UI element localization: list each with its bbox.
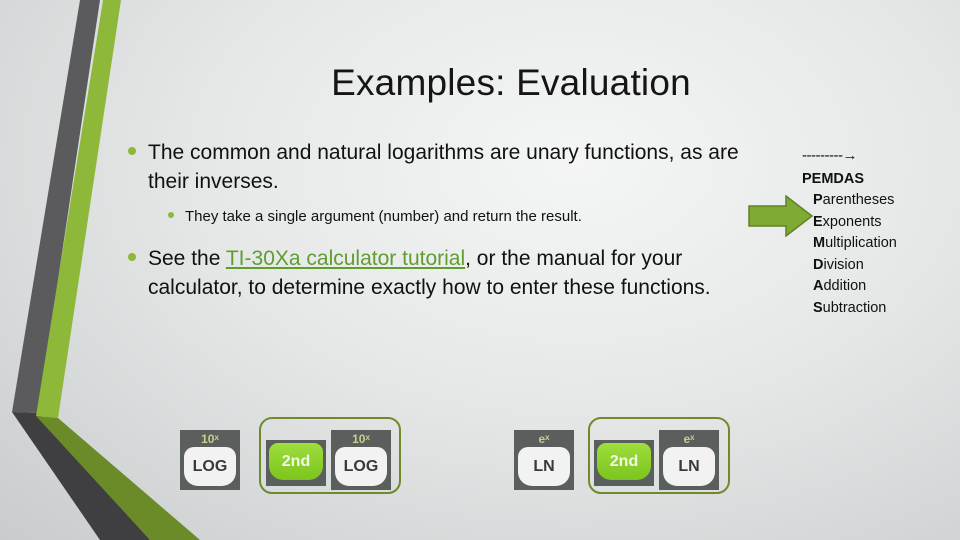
- ln-key: eˣ LN: [514, 430, 574, 490]
- log-key: 10ˣ LOG: [331, 430, 391, 490]
- pemdas-item: Division: [813, 256, 864, 273]
- second-key: 2nd: [266, 440, 326, 486]
- pemdas-list: Parentheses Exponents Multiplication Div…: [802, 190, 897, 319]
- pemdas-item: Parentheses: [813, 192, 895, 208]
- calculator-tutorial-link[interactable]: TI-30Xa calculator tutorial: [226, 247, 465, 270]
- bullet-item: See the TI-30Xa calculator tutorial, or …: [128, 244, 748, 302]
- bullet-text-pre: See the: [148, 247, 226, 270]
- ln-key: eˣ LN: [659, 430, 719, 490]
- second-key: 2nd: [594, 440, 654, 486]
- pemdas-item: Exponents: [813, 213, 882, 230]
- sub-bullet-item: They take a single argument (number) and…: [128, 206, 748, 228]
- pemdas-box: ---------→ PEMDAS Parentheses Exponents …: [802, 145, 897, 319]
- slide-title: Examples: Evaluation: [331, 62, 691, 103]
- bullet-text: The common and natural logarithms are un…: [148, 141, 739, 193]
- log-key: 10ˣ LOG: [180, 430, 240, 490]
- pemdas-heading: PEMDAS: [802, 170, 865, 187]
- sub-bullet-text: They take a single argument (number) and…: [185, 208, 582, 225]
- pemdas-item: Multiplication: [813, 235, 897, 251]
- dashed-arrow: ---------→: [802, 147, 857, 164]
- bullet-list: The common and natural logarithms are un…: [128, 138, 748, 312]
- pemdas-item: Addition: [813, 278, 867, 294]
- bullet-item: The common and natural logarithms are un…: [128, 138, 748, 196]
- pemdas-item: Subtraction: [813, 299, 887, 316]
- dark-band-lower: [12, 412, 150, 540]
